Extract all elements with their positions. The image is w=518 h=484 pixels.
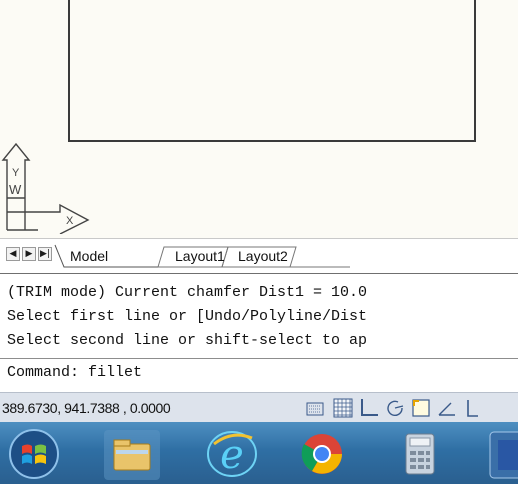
coordinates-readout: 389.6730, 941.7388 , 0.0000 — [2, 400, 171, 416]
app-icon[interactable] — [486, 426, 518, 482]
layout-tab-bar: ◀ ▶ ▶| Model Layout1 Layout2 — [0, 238, 518, 275]
polar-icon[interactable] — [384, 397, 406, 419]
ucs-x-label: X — [66, 215, 74, 227]
command-input[interactable]: Command: fillet — [7, 364, 142, 381]
command-history-line: Select first line or [Undo/Polyline/Dist — [7, 308, 368, 325]
ducs-icon[interactable] — [462, 397, 484, 419]
tab-layout1[interactable]: Layout1 — [175, 245, 225, 267]
windows-start-icon[interactable] — [2, 426, 66, 482]
command-separator — [0, 358, 518, 359]
internet-explorer-icon[interactable]: e — [200, 426, 264, 482]
command-history-line: Select second line or shift-select to ap — [7, 332, 368, 349]
ucs-icon: Y W X — [1, 142, 90, 234]
calculator-icon[interactable] — [388, 426, 452, 482]
taskbar: e — [0, 422, 518, 484]
tab-layout2[interactable]: Layout2 — [238, 245, 288, 267]
snap-icon[interactable] — [304, 397, 326, 419]
status-bar: 389.6730, 941.7388 , 0.0000 — [0, 392, 518, 423]
drawn-rectangle[interactable] — [68, 0, 476, 142]
ucs-y-label: Y — [12, 167, 20, 179]
command-window[interactable]: (TRIM mode) Current chamfer Dist1 = 10.0… — [0, 274, 518, 392]
tab-next-button[interactable]: ▶ — [22, 247, 36, 261]
tab-first-button[interactable]: ◀ — [6, 247, 20, 261]
ucs-w-label: W — [9, 182, 22, 197]
osnap-icon[interactable] — [410, 397, 432, 419]
ortho-icon[interactable] — [358, 397, 380, 419]
chrome-icon[interactable] — [290, 426, 354, 482]
command-history-line: (TRIM mode) Current chamfer Dist1 = 10.0 — [7, 284, 368, 301]
grid-icon[interactable] — [332, 397, 354, 419]
drawing-canvas[interactable]: Y W X — [0, 0, 518, 238]
file-explorer-icon[interactable] — [100, 426, 164, 482]
tab-model[interactable]: Model — [70, 245, 108, 267]
otrack-icon[interactable] — [436, 397, 458, 419]
